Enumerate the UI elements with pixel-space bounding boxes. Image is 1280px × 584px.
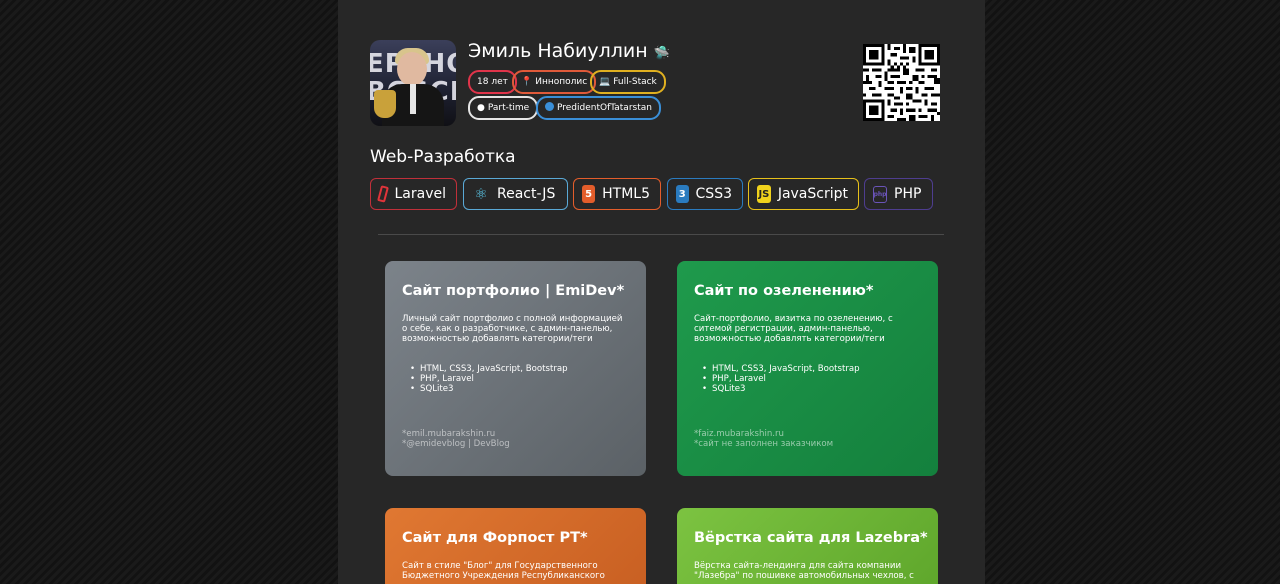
skill-label: CSS3 (695, 186, 732, 202)
project-card-forpost[interactable]: Сайт для Форпост РТ* Сайт в стиле "Блог"… (385, 508, 646, 584)
profile-name: Эмиль Набиуллин 🛸 (468, 40, 670, 62)
skill-label: Laravel (394, 186, 446, 202)
avatar: EPTHOBOSCI (370, 40, 456, 126)
list-item: SQLite3 (410, 384, 629, 394)
skill-javascript[interactable]: JS JavaScript (748, 178, 859, 210)
skill-html5[interactable]: 5 HTML5 (573, 178, 661, 210)
project-title: Сайт портфолио | EmiDev* (402, 283, 625, 299)
project-link[interactable]: *faiz.mubarakshin.ru (694, 429, 833, 439)
avatar-face (397, 52, 427, 86)
project-title: Сайт по озеленению* (694, 283, 874, 299)
project-description: Сайт-портфолио, визитка по озеленению, с… (694, 314, 893, 344)
list-item: HTML, CSS3, JavaScript, Bootstrap (702, 364, 921, 374)
tag-location[interactable]: 📍 Иннополис (512, 70, 597, 94)
project-card-lazebra[interactable]: Вёрстка сайта для Lazebra* Вёрстка сайта… (677, 508, 938, 584)
tag-label: PredidentOfTatarstan (557, 103, 652, 113)
tag-label: Иннополис (535, 77, 588, 87)
profile-name-text: Эмиль Набиуллин (468, 40, 648, 62)
project-footer: *emil.mubarakshin.ru *@emidevblog | DevB… (402, 429, 510, 449)
skill-label: HTML5 (602, 186, 650, 202)
laravel-icon (377, 185, 390, 203)
php-icon: php (873, 185, 887, 203)
tag-label: Part-time (487, 103, 530, 113)
project-card-portfolio[interactable]: Сайт портфолио | EmiDev* Личный сайт пор… (385, 261, 646, 476)
tag-label: Full-Stack (613, 77, 657, 87)
skill-label: PHP (894, 186, 922, 202)
css3-icon: 3 (676, 185, 689, 203)
portfolio-page: EPTHOBOSCI Эмиль Набиуллин 🛸 18 лет 📍Инно… (338, 0, 985, 584)
skill-label: React-JS (497, 186, 556, 202)
tag-age: 18 лет (468, 70, 517, 94)
project-note: *@emidevblog | DevBlog (402, 439, 510, 449)
tag-label: 18 лет (477, 77, 508, 87)
tag-employment: ● Part-time (468, 96, 539, 120)
project-card-greening[interactable]: Сайт по озеленению* Сайт-портфолио, визи… (677, 261, 938, 476)
javascript-icon: JS (757, 185, 771, 203)
react-icon: ⚛ (474, 185, 488, 203)
skill-php[interactable]: php PHP (864, 178, 933, 210)
project-title: Сайт для Форпост РТ* (402, 530, 588, 546)
qr-code[interactable] (863, 44, 940, 121)
project-footer: *faiz.mubarakshin.ru *сайт не заполнен з… (694, 429, 833, 449)
section-title: Web-Разработка (370, 147, 516, 167)
skill-label: JavaScript (777, 186, 848, 202)
html5-icon: 5 (582, 185, 596, 203)
skill-css3[interactable]: 3 CSS3 (667, 178, 743, 210)
clock-icon: ● (477, 103, 485, 113)
tag-role: 💻 Full-Stack (590, 70, 666, 94)
tag-telegram[interactable]: PredidentOfTatarstan (536, 96, 661, 120)
divider (378, 234, 944, 235)
list-item: PHP, Laravel (410, 374, 629, 384)
location-icon: 📍 (521, 77, 533, 87)
project-stack-list: HTML, CSS3, JavaScript, Bootstrap PHP, L… (694, 364, 921, 394)
project-stack-list: HTML, CSS3, JavaScript, Bootstrap PHP, L… (402, 364, 629, 394)
project-description: Сайт в стиле "Блог" для Государственного… (402, 561, 605, 581)
ufo-icon: 🛸 (653, 46, 670, 61)
telegram-icon (545, 102, 554, 111)
project-description: Вёрстка сайта-лендинга для сайта компани… (694, 561, 914, 581)
avatar-medal-ribbon (410, 84, 416, 114)
list-item: PHP, Laravel (702, 374, 921, 384)
skill-react[interactable]: ⚛ React-JS (463, 178, 568, 210)
trophy-icon (374, 90, 396, 118)
list-item: SQLite3 (702, 384, 921, 394)
project-note: *сайт не заполнен заказчиком (694, 439, 834, 449)
laptop-icon: 💻 (599, 77, 611, 87)
list-item: HTML, CSS3, JavaScript, Bootstrap (410, 364, 629, 374)
skill-laravel[interactable]: Laravel (370, 178, 457, 210)
project-description: Личный сайт портфолио с полной информаци… (402, 314, 623, 344)
project-link[interactable]: *emil.mubarakshin.ru (402, 429, 510, 439)
project-title: Вёрстка сайта для Lazebra* (694, 530, 928, 546)
